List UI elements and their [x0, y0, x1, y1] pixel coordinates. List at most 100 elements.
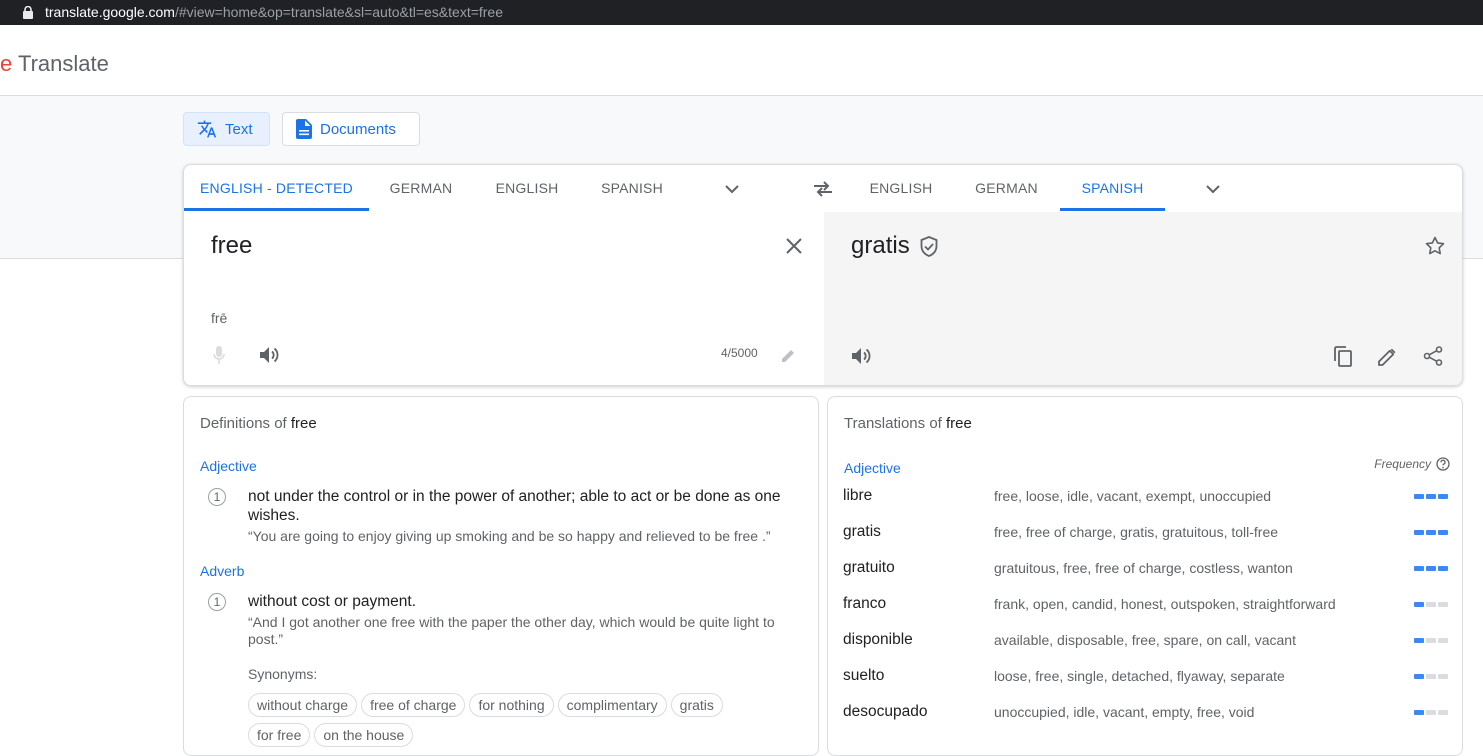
star-outline-icon — [1425, 236, 1445, 254]
synonyms-list: without charge free of charge for nothing c… — [248, 693, 768, 753]
copy-icon — [1334, 345, 1352, 367]
translation-word[interactable]: franco — [843, 595, 886, 613]
source-more-languages-button[interactable] — [717, 176, 747, 202]
source-transliteration: frē — [211, 310, 228, 326]
definition-number: 1 — [208, 593, 226, 611]
tab-source-english[interactable]: ENGLISH — [473, 165, 581, 211]
tab-target-spanish[interactable]: SPANISH — [1060, 165, 1165, 211]
tab-target-english[interactable]: ENGLISH — [855, 165, 947, 211]
translation-word[interactable]: libre — [843, 487, 872, 505]
app-logo[interactable]: e Translate — [0, 51, 109, 77]
translation-row[interactable]: gratis free, free of charge, gratis, grat… — [828, 523, 1462, 553]
translation-row[interactable]: gratuito gratuitous, free, free of charge… — [828, 559, 1462, 589]
frequency-bar-segment — [1438, 566, 1448, 571]
clear-source-button[interactable] — [780, 232, 808, 260]
translation-word[interactable]: gratis — [843, 523, 881, 541]
frequency-meter — [1414, 710, 1450, 715]
translations-title-prefix: Translations of — [844, 415, 942, 432]
translation-word[interactable]: disponible — [843, 631, 913, 649]
url-text[interactable]: translate.google.com/#view=home&op=trans… — [45, 4, 503, 20]
frequency-bar-segment — [1414, 674, 1424, 679]
reverse-translations: unoccupied, idle, vacant, empty, free, v… — [994, 704, 1255, 720]
text-mode-label: Text — [225, 120, 253, 138]
url-path: /#view=home&op=translate&sl=auto&tl=es&t… — [174, 4, 504, 20]
definitions-title: Definitions of free — [200, 415, 317, 432]
language-bar: ENGLISH - DETECTED GERMAN ENGLISH SPANIS… — [184, 165, 1462, 213]
pencil-icon — [782, 350, 794, 362]
document-icon — [296, 119, 312, 139]
source-pane: free frē 4/5000 — [184, 212, 824, 385]
frequency-bar-segment — [1426, 566, 1436, 571]
definition-text: not under the control or in the power of… — [248, 488, 781, 524]
frequency-meter — [1414, 494, 1450, 499]
translation-word[interactable]: gratuito — [843, 559, 895, 577]
translation-row[interactable]: libre free, loose, idle, vacant, exempt, … — [828, 487, 1462, 517]
definitions-title-prefix: Definitions of — [200, 415, 287, 432]
save-translation-button[interactable] — [1422, 232, 1448, 258]
frequency-bar-segment — [1426, 638, 1436, 643]
target-more-languages-button[interactable] — [1198, 176, 1228, 202]
tab-source-german[interactable]: GERMAN — [369, 165, 473, 211]
synonym-chip[interactable]: gratis — [670, 693, 723, 717]
synonym-chip[interactable]: complimentary — [557, 693, 667, 717]
translation-text: gratis — [851, 232, 910, 259]
share-translation-button[interactable] — [1419, 342, 1447, 370]
tab-source-spanish[interactable]: SPANISH — [581, 165, 683, 211]
synonym-chip[interactable]: without charge — [248, 693, 358, 717]
frequency-bar-segment — [1426, 494, 1436, 499]
copy-translation-button[interactable] — [1329, 342, 1357, 370]
synonym-chip[interactable]: on the house — [314, 723, 414, 747]
documents-mode-button[interactable]: Documents — [282, 112, 420, 146]
speaker-icon — [260, 347, 279, 363]
frequency-bar-segment — [1414, 710, 1424, 715]
frequency-meter — [1414, 566, 1450, 571]
pencil-icon — [1377, 348, 1395, 366]
source-text-input[interactable]: free — [211, 232, 252, 260]
listen-translation-button[interactable] — [848, 343, 876, 369]
listen-source-button[interactable] — [256, 342, 284, 368]
reverse-translations: gratuitous, free, free of charge, costle… — [994, 560, 1293, 576]
reverse-translations: frank, open, candid, honest, outspoken, … — [994, 596, 1336, 612]
synonym-chip[interactable]: free of charge — [361, 693, 466, 717]
help-icon[interactable] — [1436, 457, 1450, 471]
synonym-chip[interactable]: for free — [248, 723, 311, 747]
handwriting-button[interactable] — [778, 344, 800, 366]
app-header: e Translate — [0, 25, 1483, 96]
text-mode-button[interactable]: Text — [183, 112, 270, 146]
translation-row[interactable]: franco frank, open, candid, honest, outsp… — [828, 595, 1462, 625]
frequency-label: Frequency — [1374, 457, 1431, 471]
verified-shield-icon[interactable] — [920, 235, 938, 257]
translate-icon — [197, 120, 217, 138]
edit-translation-button[interactable] — [1373, 342, 1401, 370]
translation-word[interactable]: desocupado — [843, 703, 927, 721]
tab-source-english-detected[interactable]: ENGLISH - DETECTED — [184, 165, 369, 211]
target-pane: gratis — [824, 212, 1462, 385]
frequency-bar-segment — [1414, 602, 1424, 607]
frequency-bar-segment — [1438, 674, 1448, 679]
browser-url-bar[interactable]: translate.google.com/#view=home&op=trans… — [0, 0, 1483, 25]
tab-target-german[interactable]: GERMAN — [954, 165, 1059, 211]
definitions-panel: Definitions of free Adjective 1 not unde… — [183, 396, 819, 756]
app-title: Translate — [17, 51, 109, 76]
swap-languages-button[interactable] — [808, 176, 838, 202]
frequency-bar-segment — [1414, 530, 1424, 535]
synonyms-label: Synonyms: — [248, 666, 318, 682]
translation-row[interactable]: suelto loose, free, single, detached, fly… — [828, 667, 1462, 697]
voice-input-button[interactable] — [206, 342, 232, 368]
documents-mode-label: Documents — [320, 120, 396, 138]
synonym-chip[interactable]: for nothing — [469, 693, 554, 717]
pos-label-adverb: Adverb — [200, 563, 245, 579]
translation-word[interactable]: suelto — [843, 667, 884, 685]
reverse-translations: loose, free, single, detached, flyaway, … — [994, 668, 1285, 684]
microphone-icon — [213, 346, 225, 364]
share-icon — [1423, 346, 1443, 366]
speaker-icon — [852, 348, 871, 364]
url-host: translate.google.com — [45, 4, 175, 20]
translate-card: ENGLISH - DETECTED GERMAN ENGLISH SPANIS… — [183, 164, 1463, 386]
translation-row[interactable]: desocupado unoccupied, idle, vacant, empt… — [828, 703, 1462, 733]
frequency-bar-segment — [1426, 530, 1436, 535]
translation-row[interactable]: disponible available, disposable, free, s… — [828, 631, 1462, 661]
frequency-header: Frequency — [1374, 457, 1450, 471]
definition-number: 1 — [208, 488, 226, 506]
chevron-down-icon — [1206, 184, 1220, 193]
